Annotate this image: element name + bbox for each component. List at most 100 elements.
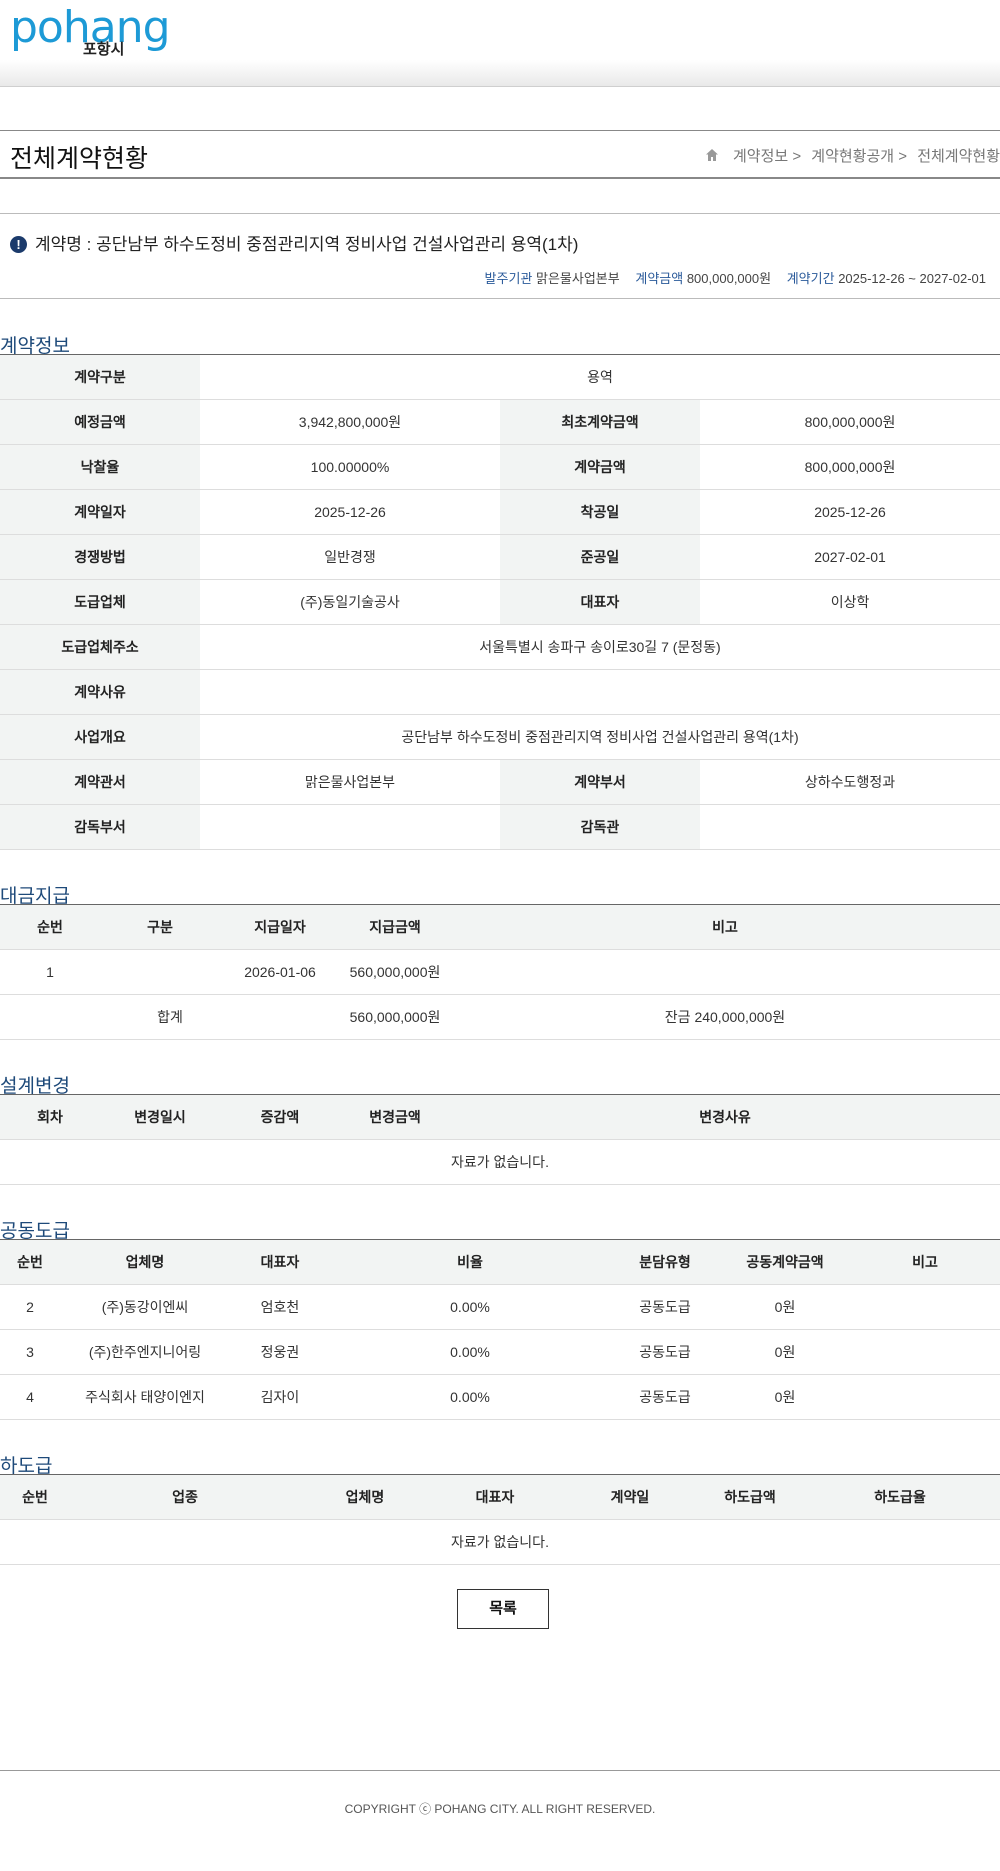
info-value: 일반경쟁 (200, 534, 500, 580)
info-row: 계약일자 2025-12-26 착공일 2025-12-26 (0, 489, 1000, 535)
info-label: 착공일 (500, 489, 700, 535)
empty-row: 자료가 없습니다. (0, 1519, 1000, 1565)
table-header-row: 회차 변경일시 증감액 변경금액 변경사유 (0, 1094, 1000, 1140)
info-value: 800,000,000원 (700, 444, 1000, 490)
column-header: 구분 (100, 904, 220, 950)
column-header: 하도급액 (700, 1474, 800, 1520)
subcontract-table: 순번 업종 업체명 대표자 계약일 하도급액 하도급율 자료가 없습니다. (0, 1474, 1000, 1565)
info-value: 2027-02-01 (700, 534, 1000, 580)
info-value: 서울특별시 송파구 송이로30길 7 (문정동) (200, 624, 1000, 670)
info-row: 낙찰율 100.00000% 계약금액 800,000,000원 (0, 444, 1000, 490)
info-value: 맑은물사업본부 (200, 759, 500, 805)
table-cell: 주식회사 태양이엔지 (60, 1374, 230, 1420)
agency-label: 발주기관 (484, 271, 533, 286)
info-row: 계약사유 (0, 669, 1000, 715)
contract-info-table: 계약구분 용역 예정금액 3,942,800,000원 최초계약금액 800,0… (0, 354, 1000, 850)
table-cell: (주)동강이엔씨 (60, 1284, 230, 1330)
info-row: 감독부서 감독관 (0, 804, 1000, 850)
info-label: 사업개요 (0, 714, 200, 760)
table-cell: (주)한주엔지니어링 (60, 1329, 230, 1375)
table-row: 1 2026-01-06 560,000,000원 (0, 949, 1000, 995)
info-row: 계약구분 용역 (0, 354, 1000, 400)
info-value: 공단남부 하수도정비 중점관리지역 정비사업 건설사업관리 용역(1차) (200, 714, 1000, 760)
footer-divider (0, 1770, 1000, 1771)
column-header: 변경사유 (450, 1094, 1000, 1140)
period-value: 2025-12-26 ~ 2027-02-01 (838, 271, 986, 286)
contract-name-text: 계약명 : 공단남부 하수도정비 중점관리지역 정비사업 건설사업관리 용역(1… (35, 235, 579, 254)
column-header: 공동계약금액 (720, 1239, 850, 1285)
breadcrumb-item-contract-disclosure[interactable]: 계약현황공개 > (811, 148, 907, 165)
table-cell: 0.00% (330, 1329, 610, 1375)
info-value: 이상학 (700, 579, 1000, 625)
table-cell: 2026-01-06 (220, 949, 340, 995)
info-value: 2025-12-26 (700, 489, 1000, 535)
column-header: 업종 (70, 1474, 300, 1520)
total-note: 잔금 240,000,000원 (450, 994, 1000, 1040)
column-header: 순번 (0, 904, 100, 950)
copyright: COPYRIGHT ⓒ POHANG CITY. ALL RIGHT RESER… (344, 1802, 656, 1816)
table-cell: 공동도급 (610, 1329, 720, 1375)
table-cell: 3 (0, 1329, 60, 1375)
alert-icon: ! (10, 236, 27, 253)
home-icon[interactable] (705, 148, 719, 162)
column-header: 순번 (0, 1239, 60, 1285)
info-row: 도급업체주소 서울특별시 송파구 송이로30길 7 (문정동) (0, 624, 1000, 670)
column-header: 하도급율 (800, 1474, 1000, 1520)
table-cell: 엄호천 (230, 1284, 330, 1330)
table-cell: 560,000,000원 (340, 949, 450, 995)
column-header: 지급일자 (220, 904, 340, 950)
breadcrumb-item-contract-info[interactable]: 계약정보 > (733, 148, 801, 165)
payment-table: 순번 구분 지급일자 지급금액 비고 1 2026-01-06 560,000,… (0, 904, 1000, 1040)
table-cell (100, 949, 220, 995)
column-header: 회차 (0, 1094, 100, 1140)
list-button[interactable]: 목록 (457, 1589, 549, 1629)
info-label: 도급업체 (0, 579, 200, 625)
info-label: 계약부서 (500, 759, 700, 805)
column-header: 순번 (0, 1474, 70, 1520)
column-header: 지급금액 (340, 904, 450, 950)
design-change-table: 회차 변경일시 증감액 변경금액 변경사유 자료가 없습니다. (0, 1094, 1000, 1185)
info-label: 최초계약금액 (500, 399, 700, 445)
column-header: 변경일시 (100, 1094, 220, 1140)
total-amount: 560,000,000원 (340, 994, 450, 1040)
divider (0, 298, 1000, 299)
table-header-row: 순번 구분 지급일자 지급금액 비고 (0, 904, 1000, 950)
info-value (200, 804, 500, 850)
info-value: 상하수도행정과 (700, 759, 1000, 805)
period-label: 계약기간 (786, 271, 835, 286)
info-label: 계약구분 (0, 354, 200, 400)
breadcrumb: 계약정보 > 계약현황공개 > 전체계약현황 (705, 145, 1000, 166)
info-value (200, 669, 1000, 715)
page-title: 전체계약현황 (10, 145, 149, 173)
divider (0, 213, 1000, 214)
info-value: 3,942,800,000원 (200, 399, 500, 445)
column-header: 비고 (850, 1239, 1000, 1285)
info-value (700, 804, 1000, 850)
pohang-logo[interactable]: pohang 포항시 (10, 2, 171, 58)
info-label: 대표자 (500, 579, 700, 625)
table-header-row: 순번 업체명 대표자 비율 분담유형 공동계약금액 비고 (0, 1239, 1000, 1285)
table-cell: 0원 (720, 1374, 850, 1420)
table-cell: 0.00% (330, 1284, 610, 1330)
table-cell: 0원 (720, 1329, 850, 1375)
column-header: 대표자 (430, 1474, 560, 1520)
column-header: 대표자 (230, 1239, 330, 1285)
breadcrumb-item-all-contracts[interactable]: 전체계약현황 (917, 148, 1000, 165)
table-row: 2 (주)동강이엔씨 엄호천 0.00% 공동도급 0원 (0, 1284, 1000, 1330)
logo-subtitle: 포항시 (83, 41, 125, 58)
joint-contract-table: 순번 업체명 대표자 비율 분담유형 공동계약금액 비고 2 (주)동강이엔씨 … (0, 1239, 1000, 1420)
table-row: 4 주식회사 태양이엔지 김자이 0.00% 공동도급 0원 (0, 1374, 1000, 1420)
info-label: 감독관 (500, 804, 700, 850)
table-cell: 공동도급 (610, 1284, 720, 1330)
info-label: 낙찰율 (0, 444, 200, 490)
column-header: 증감액 (220, 1094, 340, 1140)
table-cell: 정웅권 (230, 1329, 330, 1375)
column-header: 분담유형 (610, 1239, 720, 1285)
table-cell (450, 949, 1000, 995)
table-cell: 0원 (720, 1284, 850, 1330)
column-header: 변경금액 (340, 1094, 450, 1140)
column-header: 비고 (450, 904, 1000, 950)
table-cell (850, 1329, 1000, 1375)
table-cell: 4 (0, 1374, 60, 1420)
info-label: 도급업체주소 (0, 624, 200, 670)
